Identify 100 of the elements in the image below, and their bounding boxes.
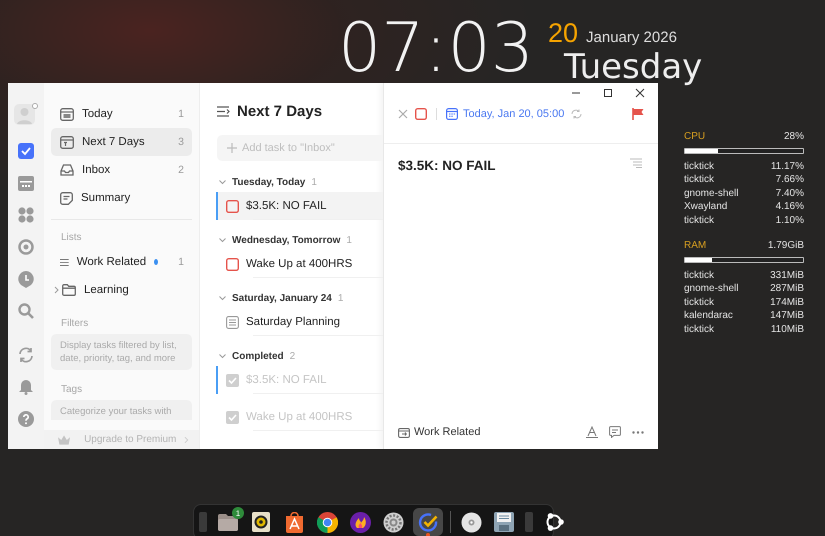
avatar-icon [14,103,38,127]
notification-badge: 1 [232,507,244,519]
process-value: 110MiB [770,322,804,336]
bell-icon [18,379,34,395]
menu-icon[interactable] [217,106,230,116]
clock-day: 20 [548,18,578,49]
calendar-icon [60,136,74,148]
list-icon [60,256,69,268]
chevron-icon [219,296,226,301]
process-value: 7.66% [776,173,804,186]
list-title: Next 7 Days [237,102,322,120]
sidebar-item[interactable]: Next 7 Days 3 [51,128,192,156]
note-icon [226,316,239,328]
task-row[interactable]: $3.5K: NO FAIL [216,192,383,220]
target-icon [18,239,34,255]
chevron-icon [219,180,226,185]
task-row[interactable]: Wake Up at 400HRS [216,250,383,278]
folder-icon [62,284,76,296]
checkbox[interactable] [226,258,239,270]
task-title[interactable]: $3.5K: NO FAIL [398,158,496,173]
process-name: Xwayland [684,200,728,214]
calendar-icon [446,108,458,120]
section-title: Lists [60,232,83,243]
running-indicator [426,533,430,536]
sync-icon [18,347,34,363]
sidebar-item[interactable]: Summary [51,184,192,212]
description-icon[interactable] [630,158,642,168]
help-icon [18,411,34,427]
flag-icon[interactable] [632,108,644,120]
process-name: gnome-shell [684,282,738,296]
checkbox[interactable] [226,200,239,212]
grid-icon [18,207,34,223]
checkbox[interactable] [226,374,239,386]
process-value: 147MiB [770,309,804,322]
monitor-label: RAM [684,239,706,252]
sidebar-item[interactable]: Learning [51,276,192,304]
calendar-icon [60,108,74,120]
crown-icon [58,434,70,444]
checkbox[interactable] [226,410,239,424]
process-value: 7.40% [776,186,804,200]
process-name: gnome-shell [684,186,738,200]
add-task-field[interactable]: Add task to "Inbox" [217,135,383,161]
checkbox[interactable] [415,108,427,120]
checkbox-icon [18,143,34,159]
clock-month-year: January 2026 [586,29,677,46]
process-name: ticktick [684,296,714,309]
clock-pin-icon [18,270,34,288]
sidebar-item[interactable]: Inbox 2 [51,156,192,184]
process-value: 331MiB [770,268,804,282]
process-value: 4.16% [776,200,804,214]
speaker-icon [252,512,270,532]
inbox-icon [60,164,74,176]
tags-hint: Categorize your tasks with [51,400,192,420]
maximize-icon [603,88,613,98]
group-header[interactable]: Completed 2 [200,347,383,366]
shopping-bag-icon [286,512,302,532]
task-row[interactable]: Saturday Planning [216,308,383,336]
clock-weekday: Tuesday [564,50,702,84]
process-name: kalendarac [684,309,733,322]
close-icon[interactable] [398,109,408,119]
clock-time: 07:03 [338,8,534,90]
process-value: 287MiB [770,282,804,296]
more-icon[interactable] [632,430,644,434]
process-name: ticktick [684,322,714,336]
chevron-icon [184,436,189,444]
repeat-icon[interactable] [571,109,582,119]
section-title: Filters [60,318,90,329]
browser-icon [316,512,338,532]
process-value: 1.10% [776,214,804,227]
due-date-button[interactable]: Today, Jan 20, 05:00 [446,108,564,120]
monitor-value: 1.79GiB [768,239,804,252]
search-icon [18,303,34,319]
tray-icon [398,426,410,438]
document-icon [60,192,73,204]
filters-hint: Display tasks filtered by list, date, priority, tag, and more [51,334,192,370]
process-name: ticktick [684,160,714,173]
chevron-icon [219,354,226,359]
app-icon [525,512,533,532]
dock-item[interactable]: 1 [215,508,241,536]
group-header[interactable]: Wednesday, Tomorrow 1 [200,231,383,250]
process-name: ticktick [684,173,714,186]
ring-icon [544,512,564,532]
sidebar-item[interactable]: Work Related 1 [51,248,192,276]
group-header[interactable]: Tuesday, Today 1 [200,173,383,192]
sidebar-item[interactable]: Today 1 [51,100,192,128]
section-title: Tags [60,384,84,395]
plus-icon [227,143,237,153]
process-name: ticktick [684,268,714,282]
dock-item[interactable] [413,508,443,536]
chevron-icon [219,238,226,243]
app-icon [199,512,207,532]
monitor-label: CPU [684,130,706,144]
comment-icon[interactable] [609,426,621,438]
calendar-icon [18,176,34,190]
text-format-icon[interactable] [586,426,598,438]
monitor-value: 28% [784,130,804,144]
process-name: ticktick [684,214,714,227]
close-icon [635,88,645,98]
group-header[interactable]: Saturday, January 24 1 [200,289,383,308]
list-selector[interactable]: Work Related [398,426,480,438]
